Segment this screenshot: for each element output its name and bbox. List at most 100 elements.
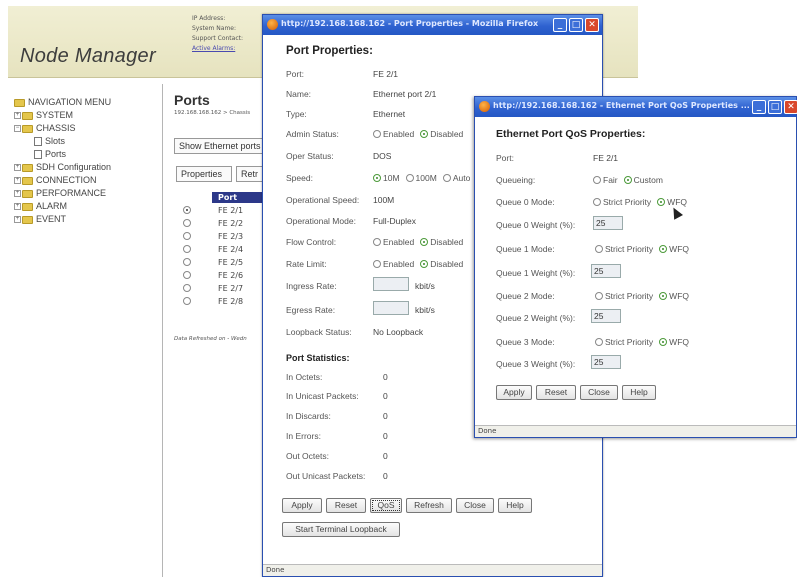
properties-button[interactable]: Properties (176, 166, 232, 182)
close-window-button[interactable]: ✕ (784, 100, 797, 114)
window-titlebar[interactable]: http://192.168.168.162 - Ethernet Port Q… (475, 97, 797, 117)
flow-disabled-radio[interactable] (420, 238, 429, 246)
row-select-radio[interactable] (183, 284, 191, 292)
queue-3-weight-input[interactable]: 25 (591, 355, 621, 369)
table-row[interactable]: FE 2/3 (178, 231, 268, 242)
ingress-unit: kbit/s (415, 281, 435, 291)
queue-1-strict-radio[interactable] (595, 245, 603, 253)
row-select-radio[interactable] (183, 271, 191, 279)
ingress-rate-input[interactable] (373, 277, 409, 291)
qos-close-button[interactable]: Close (580, 385, 618, 400)
row-select-radio[interactable] (183, 297, 191, 305)
queue-2-weight-input[interactable]: 25 (591, 309, 621, 323)
queueing-fair-radio[interactable] (593, 176, 601, 184)
nav-item-system[interactable]: + SYSTEM (14, 109, 154, 122)
expand-icon[interactable]: + (14, 177, 21, 184)
egress-unit: kbit/s (415, 305, 435, 315)
queue-0-strict-radio[interactable] (593, 198, 601, 206)
active-alarms-link[interactable]: Active Alarms: (192, 44, 243, 54)
qos-button[interactable]: QoS (370, 498, 402, 513)
close-button[interactable]: Close (456, 498, 494, 513)
nav-item-alarm[interactable]: + ALARM (14, 200, 154, 213)
admin-enabled-radio[interactable] (373, 130, 381, 138)
port-type-select[interactable]: Show Ethernet ports (174, 138, 269, 154)
row-select-radio[interactable] (183, 245, 191, 253)
stat-label: Out Unicast Packets: (286, 471, 366, 481)
stat-value: 0 (383, 411, 388, 421)
row-select-radio[interactable] (183, 232, 191, 240)
qos-apply-button[interactable]: Apply (496, 385, 532, 400)
expand-icon[interactable]: + (14, 216, 21, 223)
egress-rate-input[interactable] (373, 301, 409, 315)
expand-icon[interactable]: + (14, 190, 21, 197)
expand-icon[interactable]: + (14, 112, 21, 119)
loopback-status-label: Loopback Status: (286, 327, 352, 337)
speed-10m-radio[interactable] (373, 174, 381, 182)
queue-1-weight-input[interactable]: 25 (591, 264, 621, 278)
flow-control-label: Flow Control: (286, 237, 337, 247)
maximize-button[interactable]: □ (569, 18, 583, 32)
row-select-radio[interactable] (183, 258, 191, 266)
nav-item-ports[interactable]: Ports (14, 148, 154, 161)
table-row[interactable]: FE 2/5 (178, 257, 268, 268)
nav-item-slots[interactable]: Slots (14, 135, 154, 148)
queue-2-strict-radio[interactable] (595, 292, 603, 300)
admin-disabled-radio[interactable] (420, 130, 429, 138)
table-row[interactable]: FE 2/4 (178, 244, 268, 255)
rate-enabled-radio[interactable] (373, 260, 381, 268)
nav-item-event[interactable]: + EVENT (14, 213, 154, 226)
egress-rate-label: Egress Rate: (286, 305, 336, 315)
table-row[interactable]: FE 2/7 (178, 283, 268, 294)
queueing-custom-radio[interactable] (623, 176, 632, 184)
row-select-radio[interactable] (183, 219, 191, 227)
rate-disabled-radio[interactable] (420, 260, 429, 268)
row-select-radio[interactable] (183, 206, 191, 214)
nav-item-performance[interactable]: + PERFORMANCE (14, 187, 154, 200)
speed-auto-radio[interactable] (442, 174, 451, 182)
table-row[interactable]: FE 2/1 (178, 205, 268, 216)
stat-label: Out Octets: (286, 451, 329, 461)
table-row[interactable]: FE 2/6 (178, 270, 268, 281)
queue-2-weight-label: Queue 2 Weight (%): (496, 313, 576, 323)
window-titlebar[interactable]: http://192.168.168.162 - Port Properties… (263, 15, 602, 35)
qos-help-button[interactable]: Help (622, 385, 656, 400)
expand-icon[interactable]: + (14, 203, 21, 210)
qos-reset-button[interactable]: Reset (536, 385, 576, 400)
queue-2-wfq-radio[interactable] (659, 292, 668, 300)
stat-value: 0 (383, 471, 388, 481)
apply-button[interactable]: Apply (282, 498, 322, 513)
queue-0-wfq-radio[interactable] (657, 198, 666, 206)
op-speed-label: Operational Speed: (286, 195, 360, 205)
help-button[interactable]: Help (498, 498, 532, 513)
rate-limit-options: Enabled Disabled (373, 259, 463, 269)
nav-item-chassis[interactable]: − CHASSIS (14, 122, 154, 135)
oper-status-value: DOS (373, 151, 392, 161)
page-icon (34, 137, 42, 146)
minimize-button[interactable]: _ (752, 100, 766, 114)
table-row[interactable]: FE 2/2 (178, 218, 268, 229)
start-terminal-loopback-button[interactable]: Start Terminal Loopback (282, 522, 400, 537)
maximize-button[interactable]: □ (768, 100, 782, 114)
nav-item-sdh-configuration[interactable]: + SDH Configuration (14, 161, 154, 174)
speed-100m-radio[interactable] (405, 174, 414, 182)
port-properties-heading: Port Properties: (286, 45, 373, 57)
collapse-icon[interactable]: − (14, 125, 21, 132)
page-icon (34, 150, 42, 159)
minimize-button[interactable]: _ (553, 18, 567, 32)
refresh-button[interactable]: Refresh (406, 498, 452, 513)
close-window-button[interactable]: ✕ (585, 18, 599, 32)
queue-0-weight-input[interactable]: 25 (593, 216, 623, 230)
queue-3-strict-radio[interactable] (595, 338, 603, 346)
flow-enabled-radio[interactable] (373, 238, 381, 246)
status-bar: Done (475, 425, 796, 437)
nav-item-connection[interactable]: + CONNECTION (14, 174, 154, 187)
queue-3-wfq-radio[interactable] (659, 338, 668, 346)
queue-1-wfq-radio[interactable] (659, 245, 668, 253)
table-row[interactable]: FE 2/8 (178, 296, 268, 307)
status-bar: Done (263, 564, 602, 576)
expand-icon[interactable]: + (14, 164, 21, 171)
ip-address-label: IP Address: (192, 15, 226, 22)
reset-button[interactable]: Reset (326, 498, 366, 513)
type-value: Ethernet (373, 109, 406, 119)
stat-label: In Unicast Packets: (286, 391, 359, 401)
